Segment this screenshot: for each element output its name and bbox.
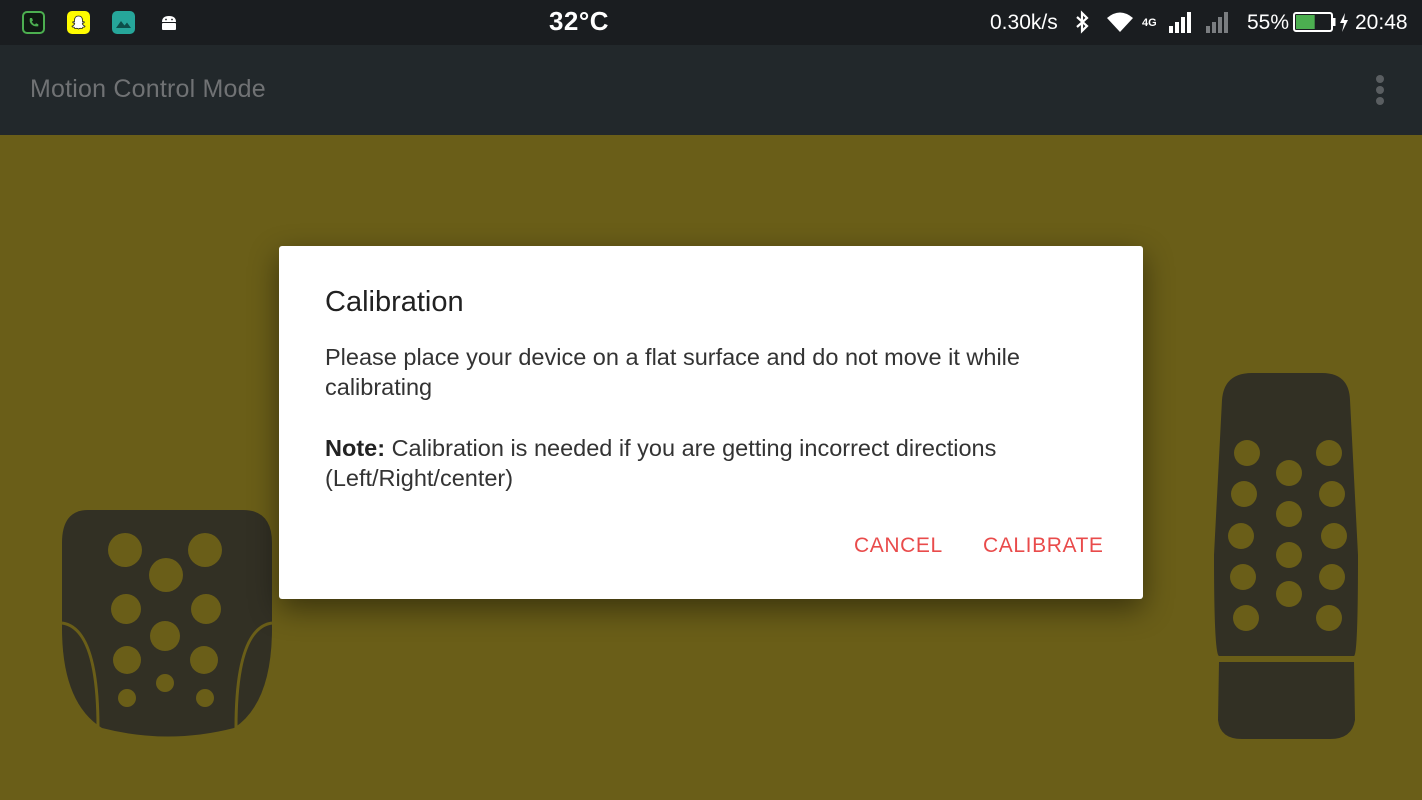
network-type: 4G (1142, 17, 1157, 29)
overflow-menu-icon[interactable] (1364, 71, 1396, 111)
network-speed: 0.30k/s (990, 11, 1058, 34)
clock: 20:48 (1355, 11, 1408, 34)
battery-percent: 55% (1247, 11, 1290, 34)
note-label: Note: (325, 435, 386, 461)
cancel-button[interactable]: CANCEL (854, 534, 943, 558)
bluetooth-icon (1071, 10, 1093, 39)
app-title: Motion Control Mode (30, 75, 266, 103)
battery-icon (1293, 11, 1353, 40)
signal-strength-sim2-icon (1205, 10, 1231, 39)
status-bar: 32°C 0.30k/s 4G 55% 20:48 (0, 0, 1422, 45)
dialog-note: Note: Calibration is needed if you are g… (325, 433, 1115, 493)
app-bar: Motion Control Mode (0, 45, 1422, 135)
dialog-title: Calibration (325, 286, 464, 318)
wifi-icon (1106, 10, 1134, 39)
calibration-dialog: Calibration Please place your device on … (279, 246, 1143, 599)
temperature-readout: 32°C (548, 6, 610, 36)
dialog-message: Please place your device on a flat surfa… (325, 344, 1020, 400)
calibrate-button[interactable]: CALIBRATE (983, 534, 1104, 558)
signal-strength-icon (1168, 10, 1194, 39)
brake-pedal-icon[interactable] (58, 373, 278, 750)
note-text: Calibration is needed if you are getting… (325, 435, 997, 491)
accelerator-pedal-icon[interactable] (1212, 235, 1372, 750)
